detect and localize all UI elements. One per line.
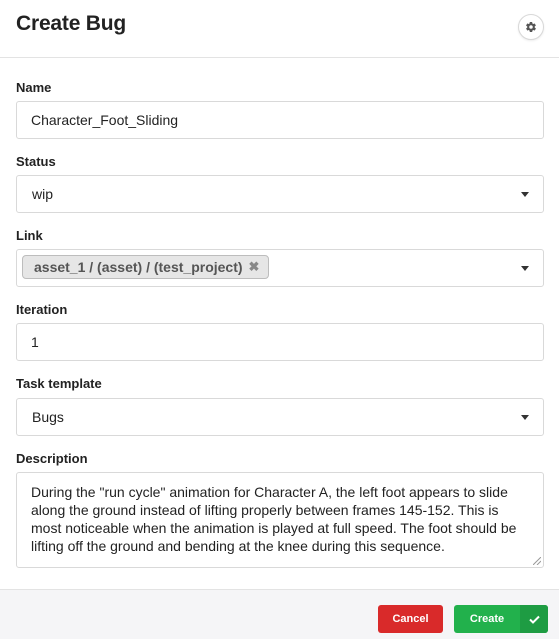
link-label: Link	[16, 228, 43, 243]
dialog-header: Create Bug	[0, 0, 559, 58]
name-input[interactable]	[16, 101, 544, 139]
name-label: Name	[16, 80, 52, 95]
settings-button[interactable]	[518, 14, 544, 40]
status-value: wip	[32, 186, 54, 202]
page-title: Create Bug	[16, 12, 127, 35]
chevron-down-icon	[521, 192, 529, 197]
gear-icon	[526, 22, 536, 33]
link-select[interactable]: asset_1 / (asset) / (test_project) ✖	[16, 249, 544, 287]
status-label: Status	[16, 154, 56, 169]
resize-handle-icon[interactable]	[533, 557, 541, 565]
chevron-down-icon	[521, 415, 529, 420]
task-template-label: Task template	[16, 376, 102, 391]
check-icon	[520, 605, 548, 633]
link-tag-label: asset_1 / (asset) / (test_project)	[34, 259, 243, 275]
create-button-label: Create	[469, 613, 505, 625]
description-label: Description	[16, 451, 88, 466]
cancel-button[interactable]: Cancel	[378, 605, 443, 633]
task-template-select[interactable]: Bugs	[16, 398, 544, 436]
iteration-label: Iteration	[16, 302, 68, 317]
task-template-value: Bugs	[32, 409, 64, 425]
dialog-footer: Cancel Create	[0, 589, 559, 639]
description-text: During the "run cycle" animation for Cha…	[31, 484, 517, 554]
description-textarea[interactable]: During the "run cycle" animation for Cha…	[16, 472, 544, 568]
chevron-down-icon	[521, 266, 529, 271]
close-icon[interactable]: ✖	[249, 249, 260, 285]
link-tag: asset_1 / (asset) / (test_project) ✖	[22, 255, 270, 279]
iteration-input[interactable]	[16, 323, 544, 361]
status-select[interactable]: wip	[16, 175, 544, 213]
create-button[interactable]: Create	[454, 605, 548, 633]
